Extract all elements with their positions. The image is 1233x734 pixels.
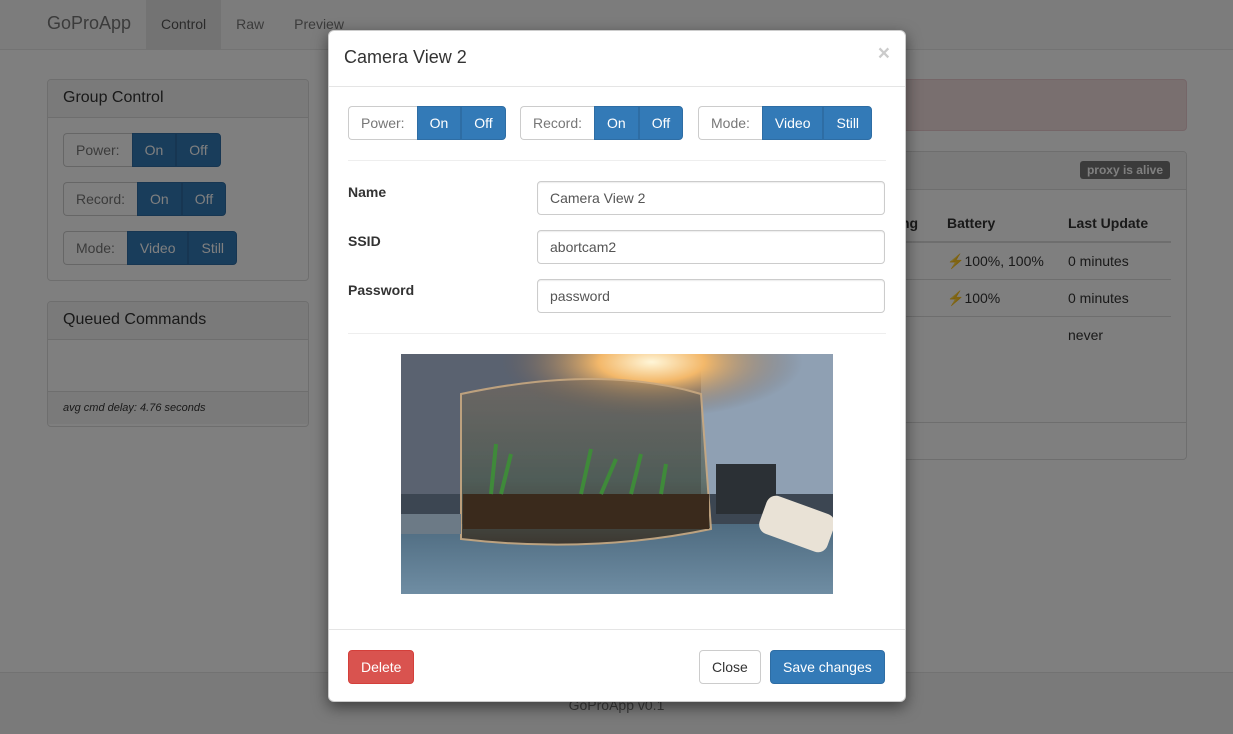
camera-record-on-button[interactable]: On (594, 106, 639, 140)
camera-record-label: Record: (520, 106, 595, 140)
ssid-label: SSID (348, 233, 381, 249)
camera-modal: Camera View 2 × Power: On Off Record: On… (328, 30, 906, 702)
password-input[interactable] (537, 279, 885, 313)
divider (348, 160, 886, 161)
ssid-input[interactable] (537, 230, 885, 264)
name-label: Name (348, 184, 387, 200)
modal-header: Camera View 2 × (329, 31, 905, 87)
camera-power-off-button[interactable]: Off (461, 106, 506, 140)
modal-title: Camera View 2 (344, 47, 467, 67)
divider (348, 333, 886, 334)
close-icon[interactable]: × (878, 43, 890, 64)
name-input[interactable] (537, 181, 885, 215)
camera-mode-label: Mode: (698, 106, 762, 140)
password-label: Password (348, 282, 415, 298)
camera-preview-image (401, 354, 833, 594)
camera-mode-still-button[interactable]: Still (823, 106, 873, 140)
delete-button[interactable]: Delete (348, 650, 415, 684)
camera-power-on-button[interactable]: On (416, 106, 462, 140)
camera-record-control: Record: On Off (520, 106, 684, 140)
camera-power-control: Power: On Off (348, 106, 506, 140)
save-changes-button[interactable]: Save changes (770, 650, 885, 684)
camera-power-label: Power: (348, 106, 417, 140)
camera-mode-video-button[interactable]: Video (761, 106, 824, 140)
camera-record-off-button[interactable]: Off (638, 106, 684, 140)
modal-footer: Delete Close Save changes (329, 629, 905, 701)
camera-mode-control: Mode: Video Still (698, 106, 873, 140)
close-button[interactable]: Close (699, 650, 761, 684)
